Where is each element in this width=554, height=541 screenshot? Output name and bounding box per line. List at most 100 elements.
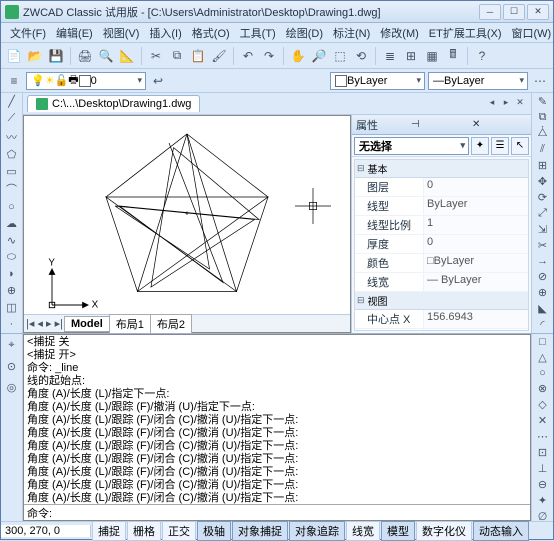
tab-close-icon[interactable]: ✕ [513, 97, 527, 111]
paste-icon[interactable]: 📋 [189, 47, 207, 65]
model-tab[interactable]: Model [64, 316, 110, 332]
menu-item[interactable]: 格式(O) [187, 23, 235, 43]
zoom-prev-icon[interactable]: ⟲ [352, 47, 370, 65]
quickselect-icon[interactable]: ✦ [471, 137, 489, 155]
document-tab[interactable]: C:\...\Desktop\Drawing1.dwg [27, 95, 200, 112]
spline-icon[interactable]: ∿ [3, 234, 21, 248]
cmd-tool-2[interactable]: ⊙ [3, 357, 21, 375]
fillet-icon[interactable]: ◜ [534, 318, 552, 331]
line-icon[interactable]: ╱ [3, 95, 21, 109]
print-icon[interactable]: 🖨 [76, 47, 94, 65]
zoom-icon[interactable]: 🔎 [310, 47, 328, 65]
osnap-perp-icon[interactable]: ⊥ [534, 462, 552, 475]
stretch-icon[interactable]: ⇲ [534, 223, 552, 236]
redo-icon[interactable]: ↷ [260, 47, 278, 65]
pline-icon[interactable]: 〰 [3, 129, 21, 145]
move-icon[interactable]: ✥ [534, 175, 552, 188]
arc-icon[interactable]: ⌒ [3, 181, 21, 197]
new-icon[interactable]: 📄 [5, 47, 23, 65]
osnap-cen-icon[interactable]: ○ [534, 367, 552, 379]
preview-icon[interactable]: 🔍 [97, 47, 115, 65]
status-toggle[interactable]: 捕捉 [92, 521, 126, 541]
pickadd-icon[interactable]: ☰ [491, 137, 509, 155]
osnap-end-icon[interactable]: □ [534, 336, 552, 348]
point-icon[interactable]: · [3, 317, 21, 331]
panel-close-icon[interactable]: ✕ [472, 119, 527, 130]
block-icon[interactable]: ◫ [3, 301, 21, 315]
select-icon[interactable]: ↖ [511, 137, 529, 155]
linetype-dropdown[interactable]: —ByLayer [428, 72, 528, 90]
break-icon[interactable]: ⊘ [534, 270, 552, 283]
osnap-mid-icon[interactable]: △ [534, 351, 552, 364]
selection-dropdown[interactable]: 无选择 [354, 137, 469, 155]
menu-item[interactable]: 工具(T) [235, 23, 281, 43]
layer-manager-icon[interactable]: ≡ [5, 72, 23, 90]
array-icon[interactable]: ⊞ [534, 159, 552, 172]
status-toggle[interactable]: 对象捕捉 [232, 521, 288, 541]
trim-icon[interactable]: ✂ [534, 239, 552, 252]
pan-icon[interactable]: ✋ [289, 47, 307, 65]
menu-item[interactable]: 窗口(W) [507, 23, 554, 43]
osnap-node-icon[interactable]: ⊗ [534, 382, 552, 395]
layout1-tab[interactable]: 布局1 [109, 314, 151, 334]
ellipse-arc-icon[interactable]: ◗ [3, 267, 21, 281]
tab-nav-icons[interactable]: |◂ ◂ ▸ ▸| [24, 317, 65, 330]
property-row[interactable]: 厚度0 [355, 235, 528, 254]
match-icon[interactable]: 🖌 [210, 47, 228, 65]
drawing-canvas[interactable]: X Y [24, 116, 350, 314]
designcenter-icon[interactable]: ⊞ [402, 47, 420, 65]
properties-icon[interactable]: ≣ [381, 47, 399, 65]
properties-grid[interactable]: 基本 图层0线型ByLayer线型比例1厚度0颜色□ByLayer线宽— ByL… [354, 159, 529, 331]
menu-item[interactable]: 文件(F) [5, 23, 51, 43]
property-row[interactable]: 图层0 [355, 178, 528, 197]
insert-icon[interactable]: ⊕ [3, 284, 21, 298]
status-toggle[interactable]: 栅格 [127, 521, 161, 541]
revcloud-icon[interactable]: ☁ [3, 217, 21, 231]
cut-icon[interactable]: ✂ [147, 47, 165, 65]
group-basic[interactable]: 基本 [355, 160, 528, 178]
rectangle-icon[interactable]: ▭ [3, 164, 21, 178]
ellipse-icon[interactable]: ⬭ [3, 250, 21, 264]
group-view[interactable]: 视图 [355, 292, 528, 310]
color-dropdown[interactable]: ByLayer [330, 72, 425, 90]
tab-prev-icon[interactable]: ◂ [485, 97, 499, 111]
property-row[interactable]: 中心点 X156.6943 [355, 310, 528, 329]
osnap-ext-icon[interactable]: ⋯ [534, 430, 552, 443]
panel-pin-icon[interactable]: ⊣ [411, 119, 466, 130]
open-icon[interactable]: 📂 [26, 47, 44, 65]
join-icon[interactable]: ⊕ [534, 286, 552, 299]
menu-item[interactable]: 视图(V) [98, 23, 145, 43]
copy-icon[interactable]: ⧉ [168, 47, 186, 65]
osnap-tan-icon[interactable]: ⊖ [534, 478, 552, 491]
undo-icon[interactable]: ↶ [239, 47, 257, 65]
minimize-button[interactable]: ─ [479, 4, 501, 20]
status-toggle[interactable]: 线宽 [346, 521, 380, 541]
chamfer-icon[interactable]: ◣ [534, 302, 552, 315]
osnap-quad-icon[interactable]: ◇ [534, 398, 552, 411]
plot-icon[interactable]: 📐 [118, 47, 136, 65]
cmd-tool-3[interactable]: ◎ [3, 378, 21, 396]
osnap-near-icon[interactable]: ✦ [534, 494, 552, 507]
status-toggle[interactable]: 数字化仪 [416, 521, 472, 541]
linetype-manager-icon[interactable]: ⋯ [531, 72, 549, 90]
menu-item[interactable]: 标注(N) [328, 23, 375, 43]
xline-icon[interactable]: ⟋ [3, 112, 21, 126]
mirror-icon[interactable]: ⧊ [534, 127, 552, 140]
scale-icon[interactable]: ⤢ [534, 207, 552, 220]
menu-item[interactable]: 插入(I) [144, 23, 186, 43]
property-row[interactable]: 线型ByLayer [355, 197, 528, 216]
command-input[interactable] [52, 507, 527, 519]
close-button[interactable]: ✕ [527, 4, 549, 20]
rotate-icon[interactable]: ⟳ [534, 191, 552, 204]
status-toggle[interactable]: 极轴 [197, 521, 231, 541]
maximize-button[interactable]: ☐ [503, 4, 525, 20]
polygon-icon[interactable]: ⬠ [3, 148, 21, 162]
menu-item[interactable]: 绘图(D) [281, 23, 328, 43]
layer-prev-icon[interactable]: ↩ [149, 72, 167, 90]
command-history[interactable]: <捕捉 关 <捕捉 开> 命令: _line 线的起始点: 角度 (A)/长度 … [24, 335, 530, 504]
osnap-int-icon[interactable]: ✕ [534, 414, 552, 427]
cmd-tool-1[interactable]: ⌖ [3, 336, 21, 354]
calc-icon[interactable]: 🖩 [444, 47, 462, 65]
offset-icon[interactable]: ⫽ [534, 143, 552, 156]
erase-icon[interactable]: ✎ [534, 95, 552, 108]
